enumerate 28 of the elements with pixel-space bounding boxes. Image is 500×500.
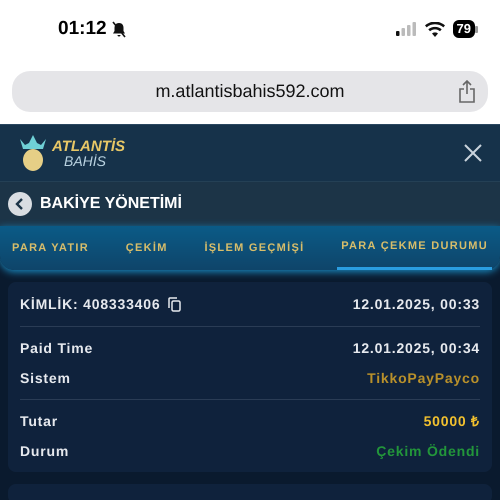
battery-tip-icon — [475, 26, 478, 32]
page-title: BAKİYE YÖNETİMİ — [40, 193, 182, 214]
field-value: 50000 ₺ — [424, 412, 480, 430]
tab[interactable]: İŞLEM GEÇMİŞİ — [200, 226, 308, 270]
url-text: m.atlantisbahis592.com — [155, 80, 345, 103]
wifi-icon — [424, 22, 445, 36]
tab[interactable]: ÇEKİM — [122, 226, 172, 270]
logo-subtext: BAHİS — [63, 154, 108, 168]
tab[interactable]: PARA YATIR — [8, 226, 93, 270]
signal-icon — [394, 22, 417, 36]
field-label: Sistem — [20, 368, 71, 388]
back-icon[interactable] — [8, 192, 32, 216]
logo-text: ATLANTİS — [52, 138, 126, 154]
close-icon[interactable] — [464, 144, 482, 162]
created-date: 12.01.2025, 00:33 — [352, 294, 480, 314]
tab[interactable]: PARA ÇEKME DURUMU — [337, 226, 492, 270]
share-icon[interactable] — [458, 80, 476, 103]
field-value: 12.01.2025, 00:34 — [352, 338, 480, 358]
field-value: Çekim Ödendi — [376, 442, 480, 461]
copy-icon[interactable] — [168, 296, 182, 312]
clock-time: 01:12 — [58, 16, 107, 41]
address-bar[interactable]: m.atlantisbahis592.com — [12, 71, 488, 112]
field-value: TikkoPayPayco — [367, 368, 480, 388]
id-text: KİMLİK: 408333406 — [20, 294, 160, 314]
field-label: Durum — [20, 442, 70, 460]
field-label: Tutar — [20, 412, 58, 430]
field-label: Paid Time — [20, 338, 94, 358]
battery-level: 79 — [452, 20, 475, 38]
